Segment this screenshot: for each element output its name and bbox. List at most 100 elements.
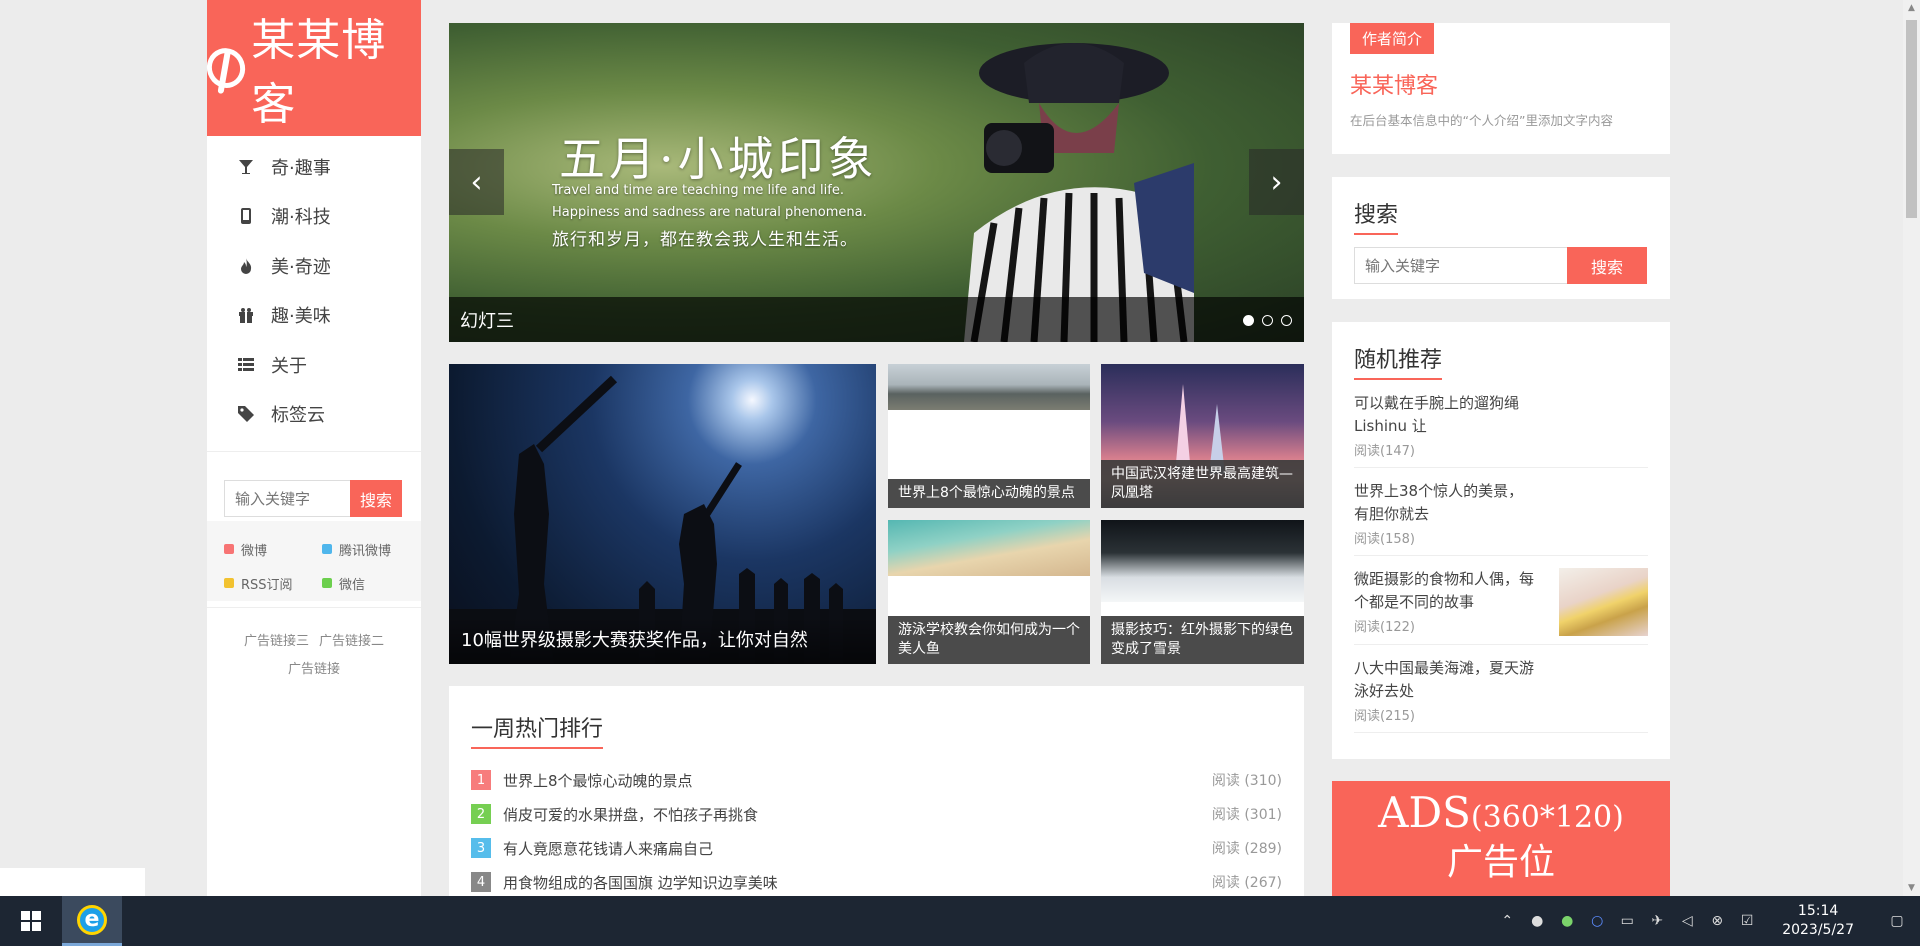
slider-dot[interactable] bbox=[1262, 315, 1273, 326]
circle-app-icon[interactable]: ○ bbox=[1588, 912, 1606, 930]
wechat-tray-icon[interactable]: ● bbox=[1558, 912, 1576, 930]
rank-reads: 阅读 (301) bbox=[1211, 807, 1282, 823]
ad-link[interactable]: 广告链接三 bbox=[244, 634, 309, 649]
slider-dot[interactable] bbox=[1281, 315, 1292, 326]
rss-icon bbox=[224, 578, 234, 588]
mute-icon[interactable]: ⊗ bbox=[1708, 912, 1726, 930]
recommend-title: 微距摄影的食物和人偶，每个都是不同的故事 bbox=[1354, 570, 1535, 611]
ad-text: 广告位 bbox=[1446, 842, 1555, 883]
nav-item-meiqiji[interactable]: 美·奇迹 bbox=[207, 241, 421, 291]
ad-banner[interactable]: ADS(360*120) 广告位 bbox=[1332, 781, 1670, 896]
sidebar-search: 搜索 bbox=[207, 451, 421, 517]
chevron-up-icon[interactable]: ⌃ bbox=[1498, 912, 1516, 930]
slide-line: Happiness and sadness are natural phenom… bbox=[552, 205, 867, 220]
tile-photo-contest[interactable]: 10幅世界级摄影大赛获奖作品，让你对自然 bbox=[449, 364, 876, 664]
nav-item-tagcloud[interactable]: 标签云 bbox=[207, 390, 421, 440]
recommend-title: 八大中国最美海滩，夏天游泳好去处 bbox=[1354, 659, 1535, 700]
social-tencent-weibo[interactable]: 腾讯微博 bbox=[322, 537, 420, 561]
social-weibo[interactable]: 微博 bbox=[224, 537, 322, 561]
slide-caption: 幻灯三 bbox=[449, 297, 1304, 342]
tile-infrared-photo[interactable]: 摄影技巧：红外摄影下的绿色变成了雪景 bbox=[1101, 520, 1304, 664]
system-tray: ⌃ ● ● ○ ▭ ✈ ◁ ⊗ ☑ 15:14 2023/5/27 ▢ bbox=[1498, 902, 1920, 940]
social-wechat[interactable]: 微信 bbox=[322, 571, 420, 595]
rank-item[interactable]: 1 世界上8个最惊心动魄的景点 阅读 (310) bbox=[471, 763, 1282, 797]
recommend-item[interactable]: 微距摄影的食物和人偶，每个都是不同的故事 阅读(122) bbox=[1354, 556, 1648, 645]
rank-list: 1 世界上8个最惊心动魄的景点 阅读 (310) 2 俏皮可爱的水果拼盘，不怕孩子再挑… bbox=[471, 763, 1282, 899]
page-scrollbar[interactable]: ▲ ▼ bbox=[1903, 0, 1920, 896]
slide-line: 旅行和岁月，都在教会我人生和生活。 bbox=[552, 230, 858, 250]
rank-item[interactable]: 3 有人竟愿意花钱请人来痛扁自己 阅读 (289) bbox=[471, 831, 1282, 865]
left-sidebar: 某某博客 奇·趣事 潮·科技 美·奇迹 趣·美味 关于 标签云 输入关键字 搜索… bbox=[201, 0, 421, 896]
tile-caption: 10幅世界级摄影大赛获奖作品，让你对自然 bbox=[449, 617, 876, 664]
site-logo[interactable]: 某某博客 bbox=[201, 0, 421, 136]
notification-icon[interactable]: ▢ bbox=[1888, 912, 1906, 930]
recommend-reads: 阅读(215) bbox=[1354, 709, 1415, 724]
author-tag: 作者简介 bbox=[1350, 23, 1435, 54]
social-links: 微博 腾讯微博 RSS订阅 微信 bbox=[207, 521, 421, 601]
recommend-reads: 阅读(147) bbox=[1354, 444, 1415, 459]
recommend-item[interactable]: 可以戴在手腕上的遛狗绳Lishinu 让阅读(147) bbox=[1354, 380, 1648, 468]
clock[interactable]: 15:14 2023/5/27 bbox=[1782, 902, 1854, 940]
check-square-icon[interactable]: ☑ bbox=[1738, 912, 1756, 930]
logo-text: 某某博客 bbox=[251, 15, 387, 130]
slider-prev-button[interactable]: ‹ bbox=[449, 149, 504, 215]
photographer-image bbox=[964, 43, 1194, 342]
author-name[interactable]: 某某博客 bbox=[1350, 68, 1652, 100]
cocktail-icon bbox=[237, 158, 255, 176]
recommend-item[interactable]: 八大中国最美海滩，夏天游泳好去处阅读(215) bbox=[1354, 645, 1648, 733]
sidebar-search-input[interactable] bbox=[224, 480, 350, 517]
scroll-down-icon[interactable]: ▼ bbox=[1903, 880, 1920, 896]
slider-dots bbox=[1243, 315, 1292, 326]
search-box: 搜索 搜索 bbox=[1332, 177, 1670, 299]
rank-number: 2 bbox=[471, 804, 491, 824]
weibo-icon bbox=[224, 544, 234, 554]
sidebar-search-button[interactable]: 搜索 bbox=[350, 480, 402, 517]
section-title: 搜索 bbox=[1354, 197, 1399, 235]
slider-dot[interactable] bbox=[1243, 315, 1254, 326]
rank-reads: 阅读 (310) bbox=[1211, 773, 1282, 789]
start-button[interactable] bbox=[0, 896, 62, 946]
rank-item[interactable]: 4 用食物组成的各国国旗 边学知识边享美味 阅读 (267) bbox=[471, 865, 1282, 899]
scrollbar-thumb[interactable] bbox=[1906, 20, 1917, 218]
nav-label: 关于 bbox=[271, 355, 307, 377]
ad-link[interactable]: 广告链接 bbox=[288, 662, 340, 677]
recommend-title: 世界上38个惊人的美景，有胆你就去 bbox=[1354, 482, 1524, 523]
social-rss[interactable]: RSS订阅 bbox=[224, 571, 322, 595]
tile-mermaid-school[interactable]: 游泳学校教会你如何成为一个美人鱼 bbox=[888, 520, 1090, 664]
tile-caption: 中国武汉将建世界最高建筑— 凤凰塔 bbox=[1101, 460, 1304, 508]
cliff-image bbox=[888, 364, 1090, 410]
tile-thrilling-spots[interactable]: 世界上8个最惊心动魄的景点 bbox=[888, 364, 1090, 508]
nav-item-qiqushi[interactable]: 奇·趣事 bbox=[207, 142, 421, 192]
volume-icon[interactable]: ◁ bbox=[1678, 912, 1696, 930]
rank-title: 用食物组成的各国国旗 边学知识边享美味 bbox=[503, 873, 778, 892]
search-row: 搜索 bbox=[1354, 247, 1648, 284]
rank-item[interactable]: 2 俏皮可爱的水果拼盘，不怕孩子再挑食 阅读 (301) bbox=[471, 797, 1282, 831]
search-input[interactable] bbox=[1354, 247, 1567, 284]
main-nav: 奇·趣事 潮·科技 美·奇迹 趣·美味 关于 标签云 bbox=[207, 136, 421, 439]
hero-slider[interactable]: 五月·小城印象 Travel and time are teaching me … bbox=[449, 23, 1304, 342]
rank-title: 俏皮可爱的水果拼盘，不怕孩子再挑食 bbox=[503, 805, 759, 824]
section-title: 随机推荐 bbox=[1354, 342, 1443, 380]
recommend-thumbnail[interactable] bbox=[1559, 568, 1648, 636]
qq-icon[interactable]: ● bbox=[1528, 912, 1546, 930]
taskbar-browser-app[interactable]: e bbox=[62, 896, 122, 946]
search-button[interactable]: 搜索 bbox=[1567, 247, 1647, 284]
scroll-up-icon[interactable]: ▲ bbox=[1903, 0, 1920, 16]
battery-icon[interactable]: ▭ bbox=[1618, 912, 1636, 930]
author-desc: 在后台基本信息中的“个人介绍”里添加文字内容 bbox=[1350, 113, 1613, 128]
nav-item-chaokeji[interactable]: 潮·科技 bbox=[207, 192, 421, 242]
ad-link[interactable]: 广告链接二 bbox=[319, 634, 384, 649]
windows-icon bbox=[21, 911, 41, 931]
nav-item-qumeiwei[interactable]: 趣·美味 bbox=[207, 291, 421, 341]
tile-phoenix-tower[interactable]: 中国武汉将建世界最高建筑— 凤凰塔 bbox=[1101, 364, 1304, 508]
rank-reads: 阅读 (267) bbox=[1211, 875, 1282, 891]
list-icon bbox=[237, 356, 255, 374]
recommend-item[interactable]: 世界上38个惊人的美景，有胆你就去阅读(158) bbox=[1354, 468, 1648, 556]
airplane-icon[interactable]: ✈ bbox=[1648, 912, 1666, 930]
chevron-right-icon: › bbox=[1270, 164, 1283, 200]
chevron-left-icon: ‹ bbox=[470, 164, 483, 200]
slider-next-button[interactable]: › bbox=[1249, 149, 1304, 215]
recommend-reads: 阅读(158) bbox=[1354, 532, 1415, 547]
nav-item-about[interactable]: 关于 bbox=[207, 340, 421, 390]
tile-caption: 游泳学校教会你如何成为一个美人鱼 bbox=[888, 616, 1090, 664]
